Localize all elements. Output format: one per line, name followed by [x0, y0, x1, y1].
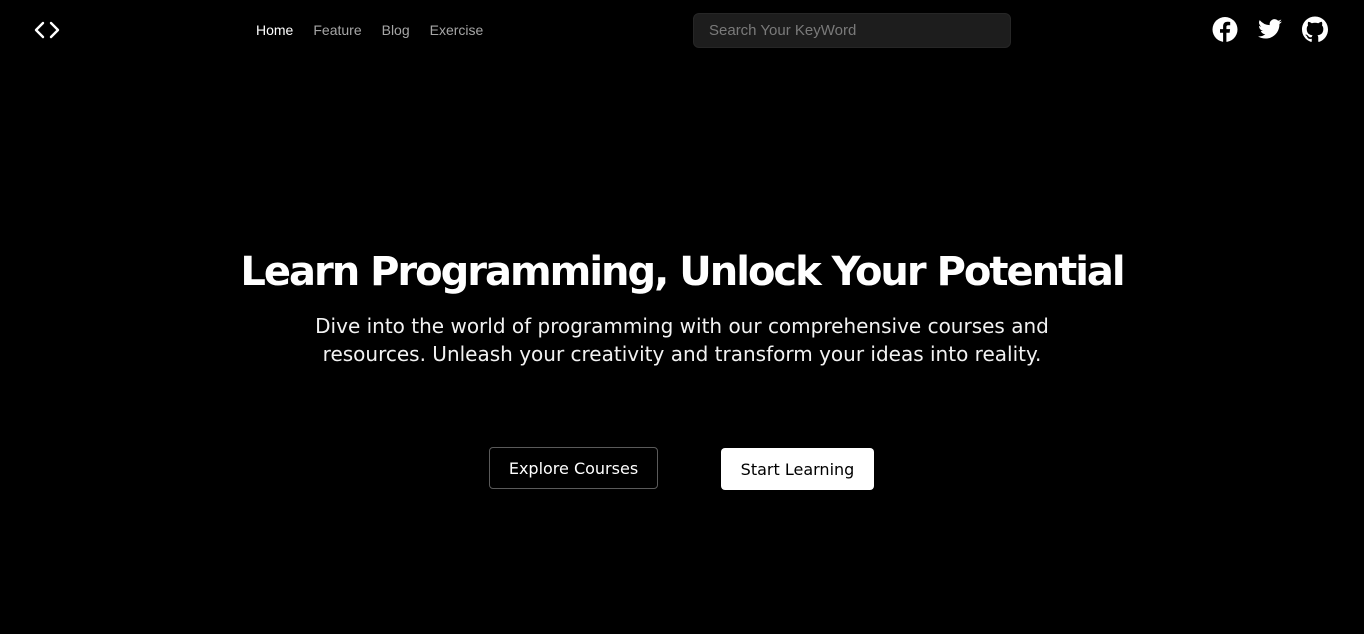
- twitter-icon[interactable]: [1257, 16, 1283, 43]
- github-icon[interactable]: [1302, 16, 1328, 43]
- social-links: [1212, 16, 1328, 43]
- hero-section: Learn Programming, Unlock Your Potential…: [0, 246, 1364, 368]
- code-brackets-icon[interactable]: [33, 19, 61, 41]
- nav-home-link[interactable]: Home: [256, 21, 293, 39]
- facebook-icon[interactable]: [1212, 16, 1238, 43]
- nav-blog-link[interactable]: Blog: [382, 21, 410, 39]
- hero-title: Learn Programming, Unlock Your Potential: [240, 249, 1125, 295]
- explore-courses-button[interactable]: Explore Courses: [489, 447, 658, 489]
- page: Home Feature Blog Exercise Search Your K…: [0, 0, 1364, 634]
- start-learning-button[interactable]: Start Learning: [721, 448, 874, 490]
- navbar: Home Feature Blog Exercise: [0, 0, 1364, 60]
- hero-subtitle: Dive into the world of programming with …: [315, 314, 1049, 366]
- search-box: [693, 13, 1011, 48]
- nav-exercise-link[interactable]: Exercise: [430, 21, 484, 39]
- nav-feature-link[interactable]: Feature: [313, 21, 361, 39]
- main-nav: Home Feature Blog Exercise: [256, 21, 483, 39]
- search-input[interactable]: [694, 14, 1010, 47]
